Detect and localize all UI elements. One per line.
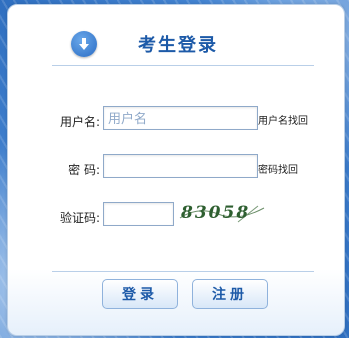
password-input[interactable] xyxy=(103,154,258,178)
top-divider xyxy=(52,65,314,66)
login-button[interactable]: 登录 xyxy=(102,279,178,309)
username-input[interactable] xyxy=(103,106,258,130)
bottom-divider xyxy=(52,271,314,272)
password-recover-link[interactable]: 密码找回 xyxy=(258,161,298,176)
page-title: 考生登录 xyxy=(138,35,218,56)
username-label: 用户名: xyxy=(59,115,100,129)
captcha-label: 验证码: xyxy=(59,211,100,225)
password-label: 密 码: xyxy=(68,163,100,177)
login-panel: 考生登录 用户名: 用户名找回 密 码: 密码找回 验证码: 83058 登录 … xyxy=(7,4,345,336)
panel-header: 考生登录 xyxy=(8,5,344,65)
username-recover-link[interactable]: 用户名找回 xyxy=(258,112,308,127)
download-arrow-icon xyxy=(71,31,97,57)
register-button[interactable]: 注册 xyxy=(192,279,268,309)
captcha-image[interactable]: 83058 xyxy=(181,203,250,223)
captcha-input[interactable] xyxy=(103,202,174,226)
